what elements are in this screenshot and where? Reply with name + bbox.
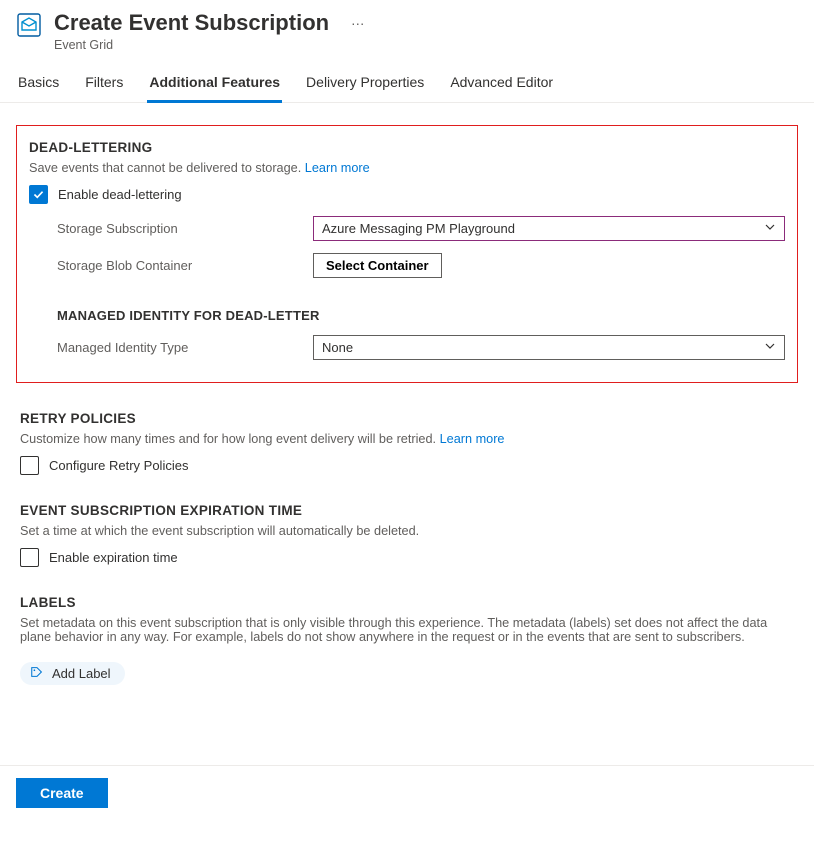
tab-additional-features[interactable]: Additional Features [147, 66, 282, 103]
chevron-down-icon [764, 340, 776, 355]
managed-identity-type-select[interactable]: None [313, 335, 785, 360]
configure-retry-checkbox[interactable] [20, 456, 39, 475]
retry-learn-more-link[interactable]: Learn more [440, 432, 505, 446]
storage-blob-container-label: Storage Blob Container [57, 258, 313, 273]
tag-icon [30, 665, 44, 682]
create-button[interactable]: Create [16, 778, 108, 808]
managed-identity-heading: MANAGED IDENTITY FOR DEAD-LETTER [57, 308, 785, 323]
retry-policies-desc: Customize how many times and for how lon… [20, 432, 794, 446]
enable-expiration-label: Enable expiration time [49, 550, 178, 565]
enable-expiration-checkbox[interactable] [20, 548, 39, 567]
more-actions-icon[interactable]: … [351, 12, 366, 28]
configure-retry-label: Configure Retry Policies [49, 458, 188, 473]
retry-policies-section: RETRY POLICIES Customize how many times … [16, 411, 798, 475]
dead-lettering-learn-more-link[interactable]: Learn more [305, 161, 370, 175]
page-subtitle: Event Grid [54, 38, 366, 52]
footer: Create [0, 765, 814, 820]
expiration-section: EVENT SUBSCRIPTION EXPIRATION TIME Set a… [16, 503, 798, 567]
tab-bar: Basics Filters Additional Features Deliv… [0, 66, 814, 103]
add-label-button[interactable]: Add Label [20, 662, 125, 685]
enable-dead-lettering-checkbox[interactable] [29, 185, 48, 204]
tab-basics[interactable]: Basics [16, 66, 61, 103]
labels-heading: LABELS [20, 595, 794, 610]
select-container-button[interactable]: Select Container [313, 253, 442, 278]
expiration-heading: EVENT SUBSCRIPTION EXPIRATION TIME [20, 503, 794, 518]
storage-subscription-select[interactable]: Azure Messaging PM Playground [313, 216, 785, 241]
page-header: Create Event Subscription … Event Grid [0, 0, 814, 60]
retry-policies-heading: RETRY POLICIES [20, 411, 794, 426]
tab-filters[interactable]: Filters [83, 66, 125, 103]
tab-delivery-properties[interactable]: Delivery Properties [304, 66, 426, 103]
chevron-down-icon [764, 221, 776, 236]
labels-section: LABELS Set metadata on this event subscr… [16, 595, 798, 685]
managed-identity-type-label: Managed Identity Type [57, 340, 313, 355]
event-grid-icon [16, 12, 42, 38]
dead-lettering-section: DEAD-LETTERING Save events that cannot b… [16, 125, 798, 383]
expiration-desc: Set a time at which the event subscripti… [20, 524, 794, 538]
tab-advanced-editor[interactable]: Advanced Editor [448, 66, 555, 103]
dead-lettering-heading: DEAD-LETTERING [29, 140, 785, 155]
storage-subscription-label: Storage Subscription [57, 221, 313, 236]
page-title: Create Event Subscription [54, 10, 329, 36]
dead-lettering-desc: Save events that cannot be delivered to … [29, 161, 785, 175]
enable-dead-lettering-label: Enable dead-lettering [58, 187, 182, 202]
labels-desc: Set metadata on this event subscription … [20, 616, 794, 644]
